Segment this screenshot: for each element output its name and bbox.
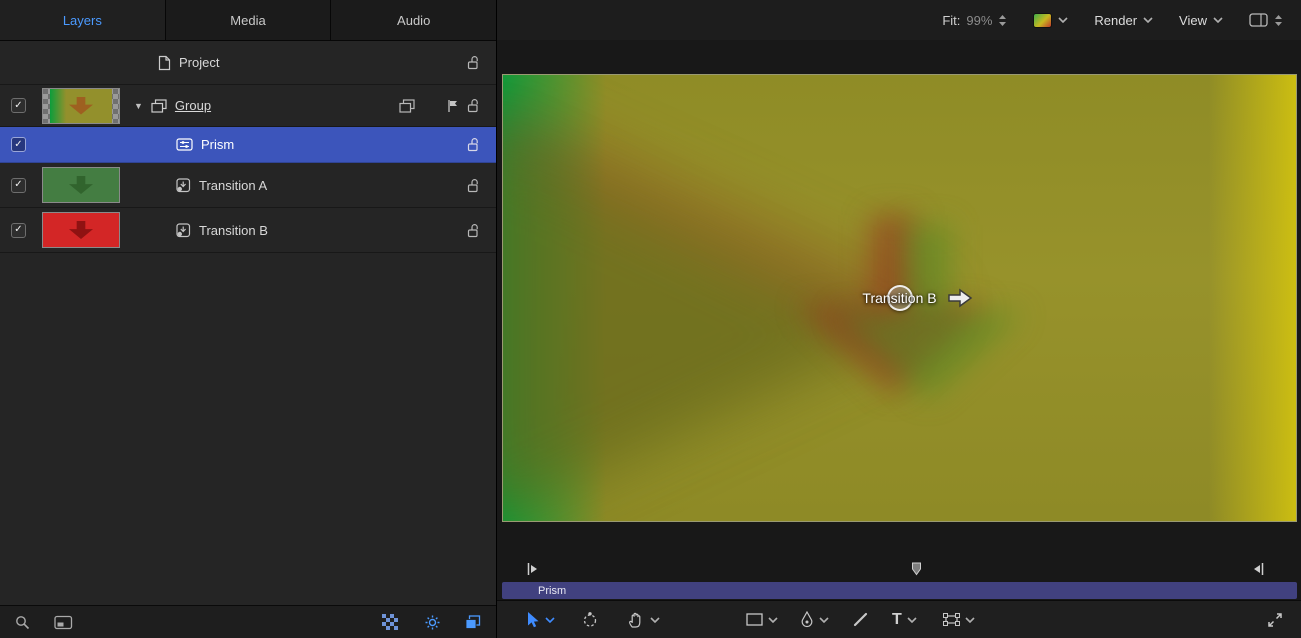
group-thumbnail[interactable] [42, 88, 120, 124]
hand-icon [627, 611, 645, 629]
transition-a-label: Transition A [199, 178, 267, 193]
group-label[interactable]: Group [175, 98, 211, 113]
select-transform-tool[interactable] [525, 611, 555, 629]
chevron-down-icon [965, 617, 975, 623]
rectangle-icon [746, 613, 763, 626]
panel-tab-bar: Layers Media Audio [0, 0, 496, 41]
group-icon [151, 99, 167, 113]
transition-a-activation-checkbox[interactable]: ✓ [11, 178, 26, 193]
display-icon [1249, 13, 1268, 27]
canvas-viewport: Transition B [497, 40, 1301, 556]
group-activation-checkbox[interactable]: ✓ [11, 98, 26, 113]
canvas[interactable]: Transition B [502, 74, 1297, 522]
chevron-down-icon [650, 617, 660, 623]
lock-icon[interactable] [467, 55, 481, 70]
display-control[interactable] [1249, 13, 1283, 27]
canvas-toolbar: Fit: 99% Render View [497, 0, 1301, 40]
chevron-down-icon [819, 617, 829, 623]
blurred-arrow-green [833, 225, 1023, 400]
motion-app-window: Layers Media Audio Project ✓ [0, 0, 1301, 638]
channels-popup[interactable] [1033, 13, 1068, 28]
paint-stroke-tool[interactable] [853, 612, 868, 627]
chevron-down-icon [1213, 17, 1223, 23]
blend-mode-icon[interactable] [399, 99, 415, 113]
disclosure-triangle-icon[interactable]: ▼ [134, 101, 143, 111]
pen-nib-icon [800, 611, 814, 628]
timebar-row: Prism [497, 582, 1301, 600]
hud-label: Transition B [862, 290, 936, 306]
tab-layers[interactable]: Layers [0, 0, 166, 40]
layer-list: Project ✓ ▼ Group [0, 41, 496, 605]
stroke-line-icon [853, 612, 868, 627]
fit-zoom-control[interactable]: Fit: 99% [942, 13, 1007, 28]
layers-view-icon[interactable] [465, 615, 481, 630]
chevron-down-icon [1058, 17, 1068, 23]
view-label: View [1179, 13, 1207, 28]
playhead-marker[interactable] [911, 562, 922, 576]
chevron-down-icon [1143, 17, 1153, 23]
search-icon[interactable] [15, 615, 30, 630]
row-project[interactable]: Project [0, 41, 496, 85]
out-point-marker[interactable] [1253, 562, 1264, 576]
lock-icon[interactable] [467, 98, 481, 113]
tab-audio[interactable]: Audio [331, 0, 496, 40]
timebar-label: Prism [538, 585, 566, 597]
bezier-pen-tool[interactable] [800, 611, 829, 628]
zoom-value: 99% [966, 13, 992, 28]
lock-icon[interactable] [467, 178, 481, 193]
transition-b-thumbnail[interactable] [42, 212, 120, 248]
checkerboard-icon[interactable] [382, 614, 398, 630]
expand-icon [1267, 612, 1283, 628]
text-tool[interactable]: T [892, 612, 917, 628]
stepper-icon[interactable] [998, 14, 1007, 27]
rectangle-shape-tool[interactable] [746, 613, 778, 626]
thumbnail-display-icon[interactable] [54, 615, 73, 630]
transition-a-thumbnail[interactable] [42, 167, 120, 203]
project-label: Project [179, 55, 219, 70]
gear-icon[interactable] [424, 614, 441, 631]
layers-panel: Layers Media Audio Project ✓ [0, 0, 497, 638]
render-label: Render [1094, 13, 1137, 28]
in-point-marker[interactable] [527, 562, 538, 576]
arrow-right-icon[interactable] [947, 286, 973, 310]
chevron-down-icon [907, 617, 917, 623]
row-transition-b[interactable]: ✓ Transition B [0, 208, 496, 253]
canvas-area: Fit: 99% Render View [497, 0, 1301, 638]
mask-shape-tool[interactable] [943, 613, 975, 626]
prism-timebar[interactable]: Prism [502, 582, 1297, 599]
select-arrow-icon [525, 611, 540, 629]
mini-timeline[interactable] [497, 556, 1301, 582]
lock-icon[interactable] [467, 137, 481, 152]
prism-label: Prism [201, 137, 234, 152]
row-transition-a[interactable]: ✓ Transition A [0, 163, 496, 208]
adjust-item-tool[interactable] [581, 611, 599, 629]
media-badge-icon [176, 223, 191, 238]
bottom-toolbar: T [497, 600, 1301, 638]
row-group[interactable]: ✓ ▼ Group [0, 85, 496, 127]
stepper-icon[interactable] [1274, 14, 1283, 27]
color-channels-icon [1033, 13, 1052, 28]
filter-icon [176, 138, 193, 151]
pan-tool[interactable] [627, 611, 660, 629]
render-menu[interactable]: Render [1094, 13, 1153, 28]
expand-timeline-button[interactable] [1267, 612, 1283, 628]
transition-b-activation-checkbox[interactable]: ✓ [11, 223, 26, 238]
media-badge-icon [176, 178, 191, 193]
adjust-item-icon [581, 611, 599, 629]
transition-b-label: Transition B [199, 223, 268, 238]
prism-activation-checkbox[interactable]: ✓ [11, 137, 26, 152]
layers-panel-footer [0, 605, 496, 638]
chevron-down-icon [768, 617, 778, 623]
document-icon [158, 55, 171, 71]
fit-label: Fit: [942, 13, 960, 28]
flag-icon[interactable] [447, 99, 459, 113]
tab-media[interactable]: Media [166, 0, 332, 40]
chevron-down-icon [545, 617, 555, 623]
mask-rect-icon [943, 613, 960, 626]
view-menu[interactable]: View [1179, 13, 1223, 28]
text-tool-glyph: T [892, 612, 902, 628]
lock-icon[interactable] [467, 223, 481, 238]
row-prism[interactable]: ✓ Prism [0, 127, 496, 163]
